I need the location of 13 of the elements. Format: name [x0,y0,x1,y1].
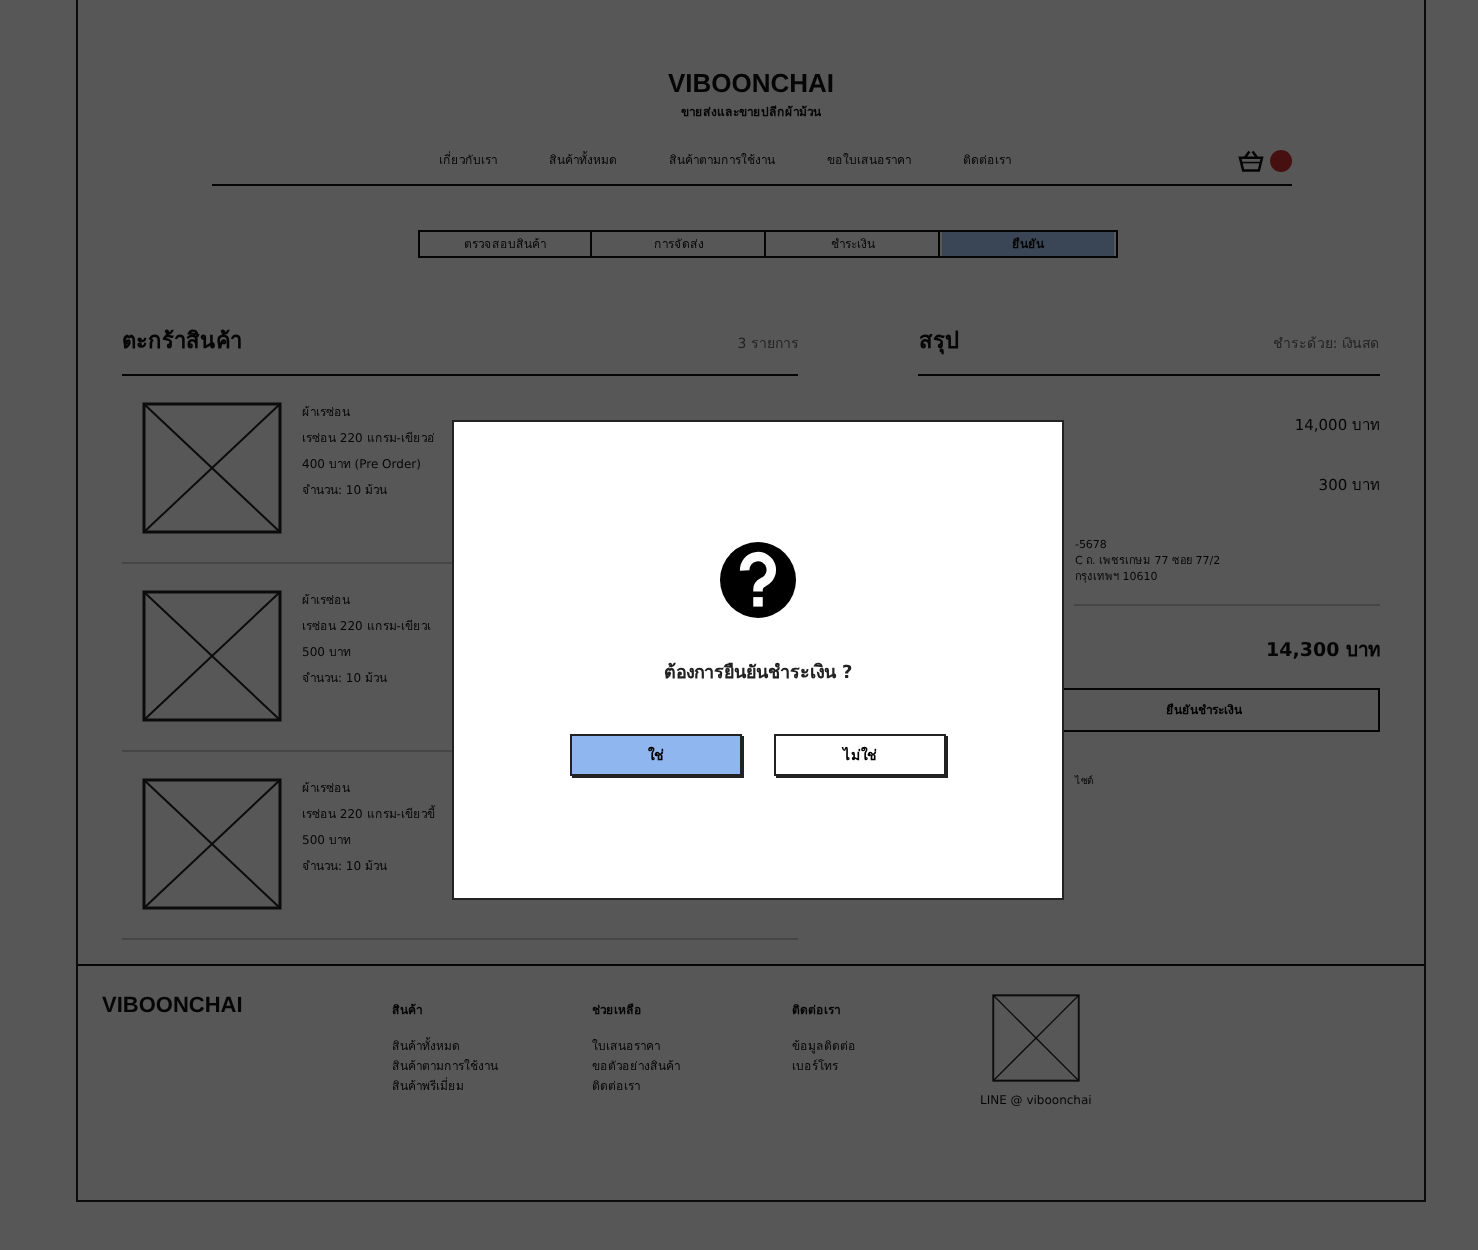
dialog-message: ต้องการยืนยันชำระเงิน ? [663,660,853,686]
question-icon [720,542,796,618]
image-placeholder [142,778,282,910]
basket-icon[interactable] [1237,149,1263,171]
image-placeholder [991,994,1080,1082]
image-placeholder [142,590,282,722]
summary-title: สรุป [918,326,959,358]
brand-title: VIBOONCHAI [667,68,835,98]
image-placeholder [142,402,282,534]
footer-brand: VIBOONCHAI [102,994,245,1022]
cart-badge [1269,149,1291,171]
cart-title: ตะกร้าสินค้า [122,326,242,358]
total-amount: 14,300 บาท [1264,638,1380,664]
